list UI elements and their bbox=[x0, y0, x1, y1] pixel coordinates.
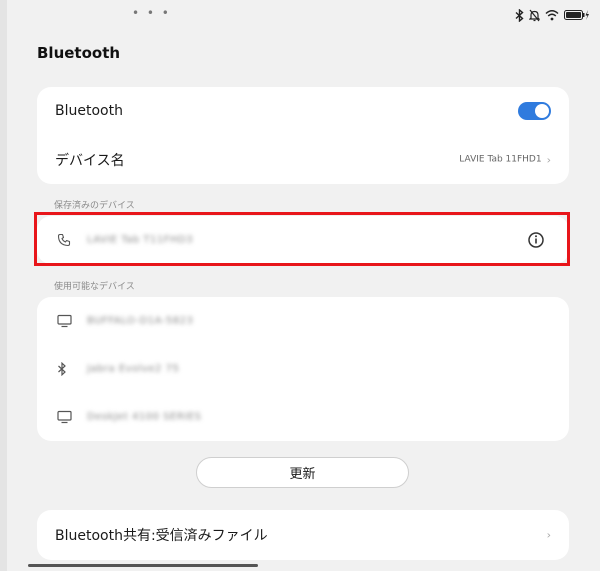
monitor-icon bbox=[57, 410, 72, 424]
saved-devices-card: LAVIE Tab T11FHD3 bbox=[37, 216, 569, 264]
window-dots[interactable]: • • • bbox=[132, 6, 171, 20]
status-bar bbox=[515, 7, 590, 23]
device-name-value-wrap: LAVIE Tab 11FHD1 › bbox=[459, 153, 551, 166]
available-device-name: BUFFALO-D1A-5823 bbox=[87, 315, 194, 327]
bluetooth-toggle-row[interactable]: Bluetooth bbox=[37, 87, 569, 135]
received-files-row[interactable]: Bluetooth共有:受信済みファイル › bbox=[37, 510, 569, 560]
bluetooth-toggle[interactable] bbox=[518, 102, 551, 120]
wifi-icon bbox=[545, 9, 559, 21]
available-device-row[interactable]: BUFFALO-D1A-5823 bbox=[37, 297, 569, 345]
chevron-right-icon: › bbox=[546, 528, 551, 542]
bluetooth-icon bbox=[515, 8, 524, 22]
bluetooth-icon bbox=[57, 362, 67, 376]
refresh-button[interactable]: 更新 bbox=[196, 457, 409, 488]
available-device-name: Jabra Evolve2 75 bbox=[87, 363, 180, 375]
available-device-name: DeskJet 4100 SERIES bbox=[87, 411, 202, 423]
device-name-value: LAVIE Tab 11FHD1 bbox=[459, 154, 542, 165]
monitor-icon bbox=[57, 314, 72, 328]
battery-icon bbox=[564, 9, 590, 21]
page-title: Bluetooth bbox=[37, 44, 121, 62]
available-device-row[interactable]: DeskJet 4100 SERIES bbox=[37, 393, 569, 441]
home-indicator[interactable] bbox=[28, 564, 258, 567]
info-icon[interactable] bbox=[527, 231, 545, 249]
saved-device-name: LAVIE Tab T11FHD3 bbox=[87, 234, 194, 246]
available-devices-card: BUFFALO-D1A-5823 Jabra Evolve2 75 DeskJe… bbox=[37, 297, 569, 441]
phone-icon bbox=[57, 233, 71, 247]
toggle-knob bbox=[535, 104, 549, 118]
chevron-right-icon: › bbox=[546, 153, 551, 166]
mute-icon bbox=[529, 9, 540, 22]
received-files-label: Bluetooth共有:受信済みファイル bbox=[55, 528, 268, 544]
left-edge bbox=[0, 0, 7, 571]
saved-devices-header: 保存済みのデバイス bbox=[54, 201, 135, 211]
available-devices-header: 使用可能なデバイス bbox=[54, 282, 135, 292]
device-name-label: デバイス名 bbox=[55, 152, 125, 169]
available-device-row[interactable]: Jabra Evolve2 75 bbox=[37, 345, 569, 393]
bluetooth-settings-card: Bluetooth デバイス名 LAVIE Tab 11FHD1 › bbox=[37, 87, 569, 184]
share-card: Bluetooth共有:受信済みファイル › bbox=[37, 510, 569, 560]
saved-device-row[interactable]: LAVIE Tab T11FHD3 bbox=[37, 216, 569, 264]
bluetooth-label: Bluetooth bbox=[55, 103, 123, 119]
device-name-row[interactable]: デバイス名 LAVIE Tab 11FHD1 › bbox=[37, 135, 569, 184]
